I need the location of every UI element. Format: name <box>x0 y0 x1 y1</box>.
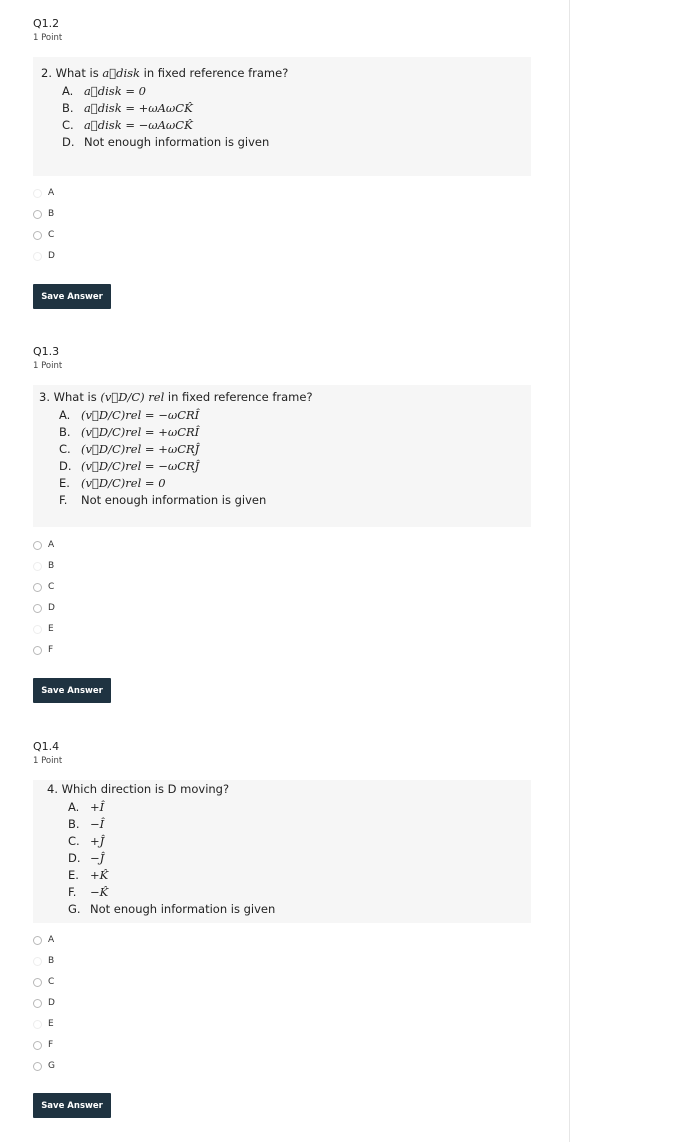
option-item: G. Not enough information is given <box>68 902 276 916</box>
option-item: A. a⃗disk = 0 <box>62 84 146 98</box>
radio-circle-icon[interactable] <box>33 1019 42 1029</box>
option-item: A. (v⃗D/C)rel = −ωCRÎ <box>59 408 200 422</box>
option-item: B. (v⃗D/C)rel = +ωCRÎ <box>59 425 200 439</box>
radio-circle-icon[interactable] <box>33 1040 42 1050</box>
radio-choice-a[interactable]: A <box>33 537 54 553</box>
save-answer-button[interactable]: Save Answer <box>33 678 111 703</box>
option-item: C. +Ĵ <box>68 834 105 848</box>
question-prompt: 4. Which direction is D moving? <box>47 782 230 796</box>
prompt-start: 3. What is <box>39 390 101 404</box>
right-sidebar-panel <box>569 0 676 1142</box>
radio-choice-d[interactable]: D <box>33 248 55 264</box>
question-body: 2. What is a⃗disk in fixed reference fra… <box>33 57 531 176</box>
radio-choice-f[interactable]: F <box>33 1037 53 1053</box>
radio-circle-icon[interactable] <box>33 935 42 945</box>
option-item: E. +K̂ <box>68 868 109 882</box>
radio-circle-icon[interactable] <box>33 956 42 966</box>
option-item: E. (v⃗D/C)rel = 0 <box>59 476 166 490</box>
radio-choice-d[interactable]: D <box>33 995 55 1011</box>
question-points: 1 Point <box>33 33 63 43</box>
question-prompt: 3. What is (v⃗D/C) rel in fixed referenc… <box>39 389 313 406</box>
question-body: 3. What is (v⃗D/C) rel in fixed referenc… <box>33 385 531 527</box>
question-title: Q1.3 <box>33 345 60 358</box>
radio-choice-e[interactable]: E <box>33 621 54 637</box>
question-q1-2: Q1.2 1 Point 2. What is a⃗disk in fixed … <box>33 17 533 309</box>
radio-choice-e[interactable]: E <box>33 1016 54 1032</box>
radio-choice-c[interactable]: C <box>33 579 54 595</box>
prompt-end: in fixed reference frame? <box>164 390 313 404</box>
option-item: F. −K̂ <box>68 885 109 899</box>
radio-circle-icon[interactable] <box>33 624 42 634</box>
option-item: C. (v⃗D/C)rel = +ωCRĴ <box>59 442 200 456</box>
radio-circle-icon[interactable] <box>33 582 42 592</box>
option-item: B. −Î <box>68 817 105 831</box>
radio-choice-a[interactable]: A <box>33 185 54 201</box>
radio-circle-icon[interactable] <box>33 561 42 571</box>
question-title: Q1.2 <box>33 17 60 30</box>
radio-choice-b[interactable]: B <box>33 953 54 969</box>
question-body: 4. Which direction is D moving? A. +Î B. −… <box>33 780 531 923</box>
option-item: F. Not enough information is given <box>59 493 267 507</box>
save-answer-button[interactable]: Save Answer <box>33 284 111 309</box>
radio-choice-g[interactable]: G <box>33 1058 55 1074</box>
option-item: D. −Ĵ <box>68 851 105 865</box>
option-list: A. a⃗disk = 0 B. a⃗disk = +ωAωCK̂ C. a⃗disk… <box>62 83 269 151</box>
radio-circle-icon[interactable] <box>33 251 42 261</box>
radio-choice-b[interactable]: B <box>33 558 54 574</box>
option-item: D. (v⃗D/C)rel = −ωCRĴ <box>59 459 200 473</box>
option-item: D. Not enough information is given <box>62 135 270 149</box>
save-answer-button[interactable]: Save Answer <box>33 1093 111 1118</box>
question-points: 1 Point <box>33 361 63 371</box>
prompt-math: a⃗disk <box>102 66 141 80</box>
question-points: 1 Point <box>33 756 63 766</box>
radio-circle-icon[interactable] <box>33 645 42 655</box>
radio-circle-icon[interactable] <box>33 209 42 219</box>
radio-circle-icon[interactable] <box>33 1061 42 1071</box>
option-item: C. a⃗disk = −ωAωCK̂ <box>62 118 193 132</box>
radio-choice-d[interactable]: D <box>33 600 55 616</box>
option-item: B. a⃗disk = +ωAωCK̂ <box>62 101 193 115</box>
radio-choice-c[interactable]: C <box>33 227 54 243</box>
radio-circle-icon[interactable] <box>33 540 42 550</box>
prompt-math: (v⃗D/C) rel <box>100 390 165 404</box>
radio-choice-f[interactable]: F <box>33 642 53 658</box>
radio-choice-a[interactable]: A <box>33 932 54 948</box>
prompt-start: 2. What is <box>41 66 103 80</box>
radio-circle-icon[interactable] <box>33 230 42 240</box>
question-title: Q1.4 <box>33 740 60 753</box>
prompt-end: in fixed reference frame? <box>140 66 289 80</box>
radio-circle-icon[interactable] <box>33 188 42 198</box>
radio-circle-icon[interactable] <box>33 977 42 987</box>
radio-circle-icon[interactable] <box>33 603 42 613</box>
option-item: A. +Î <box>68 800 105 814</box>
question-q1-4: Q1.4 1 Point 4. Which direction is D mov… <box>33 740 533 1118</box>
option-list: A. (v⃗D/C)rel = −ωCRÎ B. (v⃗D/C)rel = +ωCR… <box>59 407 266 509</box>
question-q1-3: Q1.3 1 Point 3. What is (v⃗D/C) rel in f… <box>33 345 533 703</box>
radio-choice-c[interactable]: C <box>33 974 54 990</box>
option-list: A. +Î B. −Î C. +Ĵ D. −Ĵ E. +K̂ F. −K̂ G. Not en… <box>68 799 275 918</box>
question-prompt: 2. What is a⃗disk in fixed reference fra… <box>41 65 288 82</box>
radio-circle-icon[interactable] <box>33 998 42 1008</box>
radio-choice-b[interactable]: B <box>33 206 54 222</box>
